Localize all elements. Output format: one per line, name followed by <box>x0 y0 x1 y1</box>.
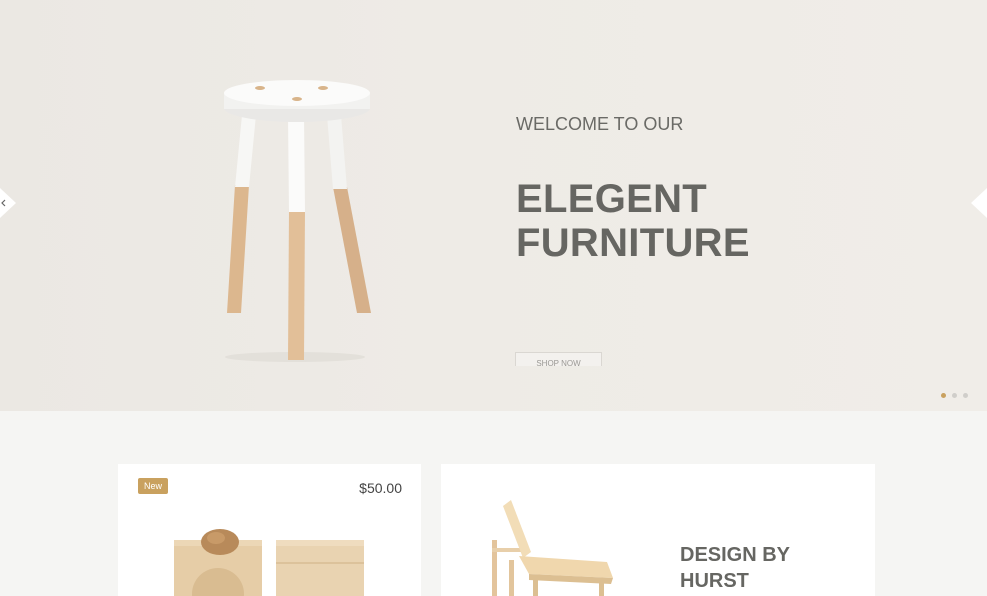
page: WELCOME TO OUR ELEGENT FURNITURE SHOP NO… <box>0 0 987 596</box>
hero-slider: WELCOME TO OUR ELEGENT FURNITURE SHOP NO… <box>0 0 987 411</box>
slider-dot-2[interactable] <box>952 393 957 398</box>
slider-pagination <box>941 393 968 399</box>
slider-prev-button[interactable] <box>0 188 16 218</box>
slider-dot-3[interactable] <box>963 393 968 398</box>
slider-dot-1[interactable] <box>941 393 946 398</box>
chair-image <box>492 500 613 596</box>
chevron-left-icon <box>0 188 16 218</box>
hero-subtitle: WELCOME TO OUR <box>516 114 684 134</box>
chevron-right-icon <box>971 188 987 218</box>
slider-next-button[interactable] <box>971 188 987 218</box>
shop-now-button[interactable]: SHOP NOW <box>515 352 602 366</box>
hero-title-line-1: ELEGENT <box>516 177 708 221</box>
feature-card[interactable]: DESIGN BY HURST <box>441 464 875 596</box>
feature-title-line-1: DESIGN BY <box>680 544 791 566</box>
hero-title: ELEGENT FURNITURE <box>516 177 750 265</box>
stool-image <box>224 80 371 362</box>
feature-title: DESIGN BY HURST <box>680 542 790 594</box>
product-card[interactable]: New $50.00 <box>118 464 421 596</box>
product-image <box>174 529 364 596</box>
hero-title-line-2: FURNITURE <box>516 221 750 265</box>
product-price: $50.00 <box>359 480 402 496</box>
new-badge: New <box>138 478 168 494</box>
feature-title-line-2: HURST <box>680 570 749 592</box>
